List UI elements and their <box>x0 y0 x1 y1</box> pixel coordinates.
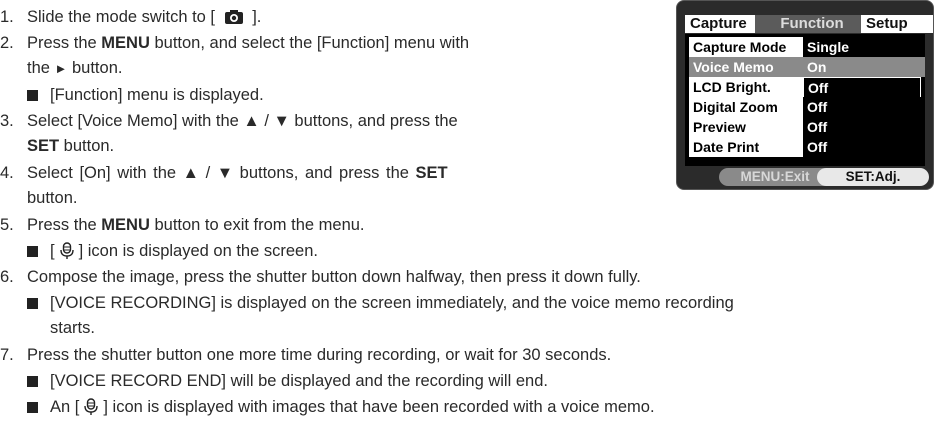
menu-row-label: Digital Zoom <box>689 97 805 117</box>
tab-setup[interactable]: Setup <box>861 15 933 33</box>
menu-row-capture-mode[interactable]: Capture Mode Single <box>685 37 925 57</box>
step-text: Select [On] with the ▲ / ▼ buttons, and … <box>27 164 416 182</box>
bullet-text: ] icon is displayed with images that hav… <box>103 398 655 416</box>
step-text: Press the <box>27 34 102 52</box>
step-text: Press the <box>27 216 102 234</box>
bullet-square-icon <box>27 298 38 309</box>
menu-row-date-print[interactable]: Date Print Off <box>685 137 925 157</box>
step-text: button, and select the [Function] menu w… <box>149 34 470 52</box>
step-number: 7. <box>0 346 14 364</box>
step-text: Slide the mode switch to [ <box>27 8 216 26</box>
menu-row-value: Off <box>803 77 921 99</box>
step-text: button. <box>67 59 123 77</box>
step-text: button to exit from the menu. <box>149 216 365 234</box>
step-text: ]. <box>252 8 262 26</box>
menu-row-value: On <box>803 57 925 77</box>
menu-row-label: Capture Mode <box>689 37 805 57</box>
bullet-square-icon <box>27 90 38 101</box>
menu-row-lcd-bright[interactable]: LCD Bright. Off <box>685 77 925 99</box>
step-text: Press the shutter button one more time d… <box>27 346 612 364</box>
bullet-text: [VOICE RECORDING] is displayed on the sc… <box>50 294 734 312</box>
voice-memo-icon <box>84 398 99 415</box>
menu-button-label: MENU <box>101 34 150 52</box>
bullet-square-icon <box>27 246 38 257</box>
menu-row-label: Date Print <box>689 137 805 157</box>
step-number: 1. <box>0 8 14 26</box>
bullet-text: starts. <box>50 319 95 337</box>
step-number: 4. <box>0 164 14 182</box>
voice-memo-icon <box>59 242 74 259</box>
step-text: Compose the image, press the shutter but… <box>27 268 641 286</box>
menu-row-value: Off <box>803 137 925 157</box>
step-number: 3. <box>0 112 14 130</box>
menu-row-value: Single <box>803 37 925 57</box>
instruction-document: 1. Slide the mode switch to [ ]. 2. Pres… <box>0 0 936 427</box>
menu-row-label: Preview <box>689 117 805 137</box>
camera-icon <box>224 10 243 24</box>
tab-function[interactable]: Function <box>755 15 869 33</box>
step-text: the <box>27 59 55 77</box>
menu-row-value: Off <box>803 97 925 117</box>
bullet-text: [VOICE RECORD END] will be displayed and… <box>50 372 548 390</box>
bullet-text: [ <box>50 242 55 260</box>
bullet-square-icon <box>27 402 38 413</box>
step-text: Select [Voice Memo] with the ▲ / ▼ butto… <box>27 112 458 130</box>
set-button-label: SET <box>415 164 448 182</box>
set-adjust-hint: SET:Adj. <box>817 168 929 186</box>
right-arrow-icon: ► <box>54 61 68 76</box>
menu-row-digital-zoom[interactable]: Digital Zoom Off <box>685 97 925 117</box>
bullet-text: [Function] menu is displayed. <box>50 86 264 104</box>
menu-button-label: MENU <box>101 216 150 234</box>
menu-row-voice-memo[interactable]: Voice Memo On <box>685 57 925 77</box>
menu-row-preview[interactable]: Preview Off <box>685 117 925 137</box>
step-number: 5. <box>0 216 14 234</box>
menu-row-label: Voice Memo <box>689 57 805 77</box>
set-button-label: SET <box>27 137 60 155</box>
menu-exit-hint: MENU:Exit <box>719 168 831 186</box>
lcd-menu-screen: Capture Function Setup Capture Mode Sing… <box>676 0 934 190</box>
bullet-text: ] icon is displayed on the screen. <box>78 242 318 260</box>
function-menu-list: Capture Mode Single Voice Memo On LCD Br… <box>685 34 925 166</box>
menu-row-value: Off <box>803 117 925 137</box>
step-number: 2. <box>0 34 14 52</box>
menu-row-label: LCD Bright. <box>689 77 805 97</box>
step-text: button. <box>27 189 78 207</box>
step-number: 6. <box>0 268 14 286</box>
step-text: button. <box>59 137 115 155</box>
bullet-text: An [ <box>50 398 80 416</box>
bullet-square-icon <box>27 376 38 387</box>
tab-capture[interactable]: Capture <box>685 15 761 33</box>
